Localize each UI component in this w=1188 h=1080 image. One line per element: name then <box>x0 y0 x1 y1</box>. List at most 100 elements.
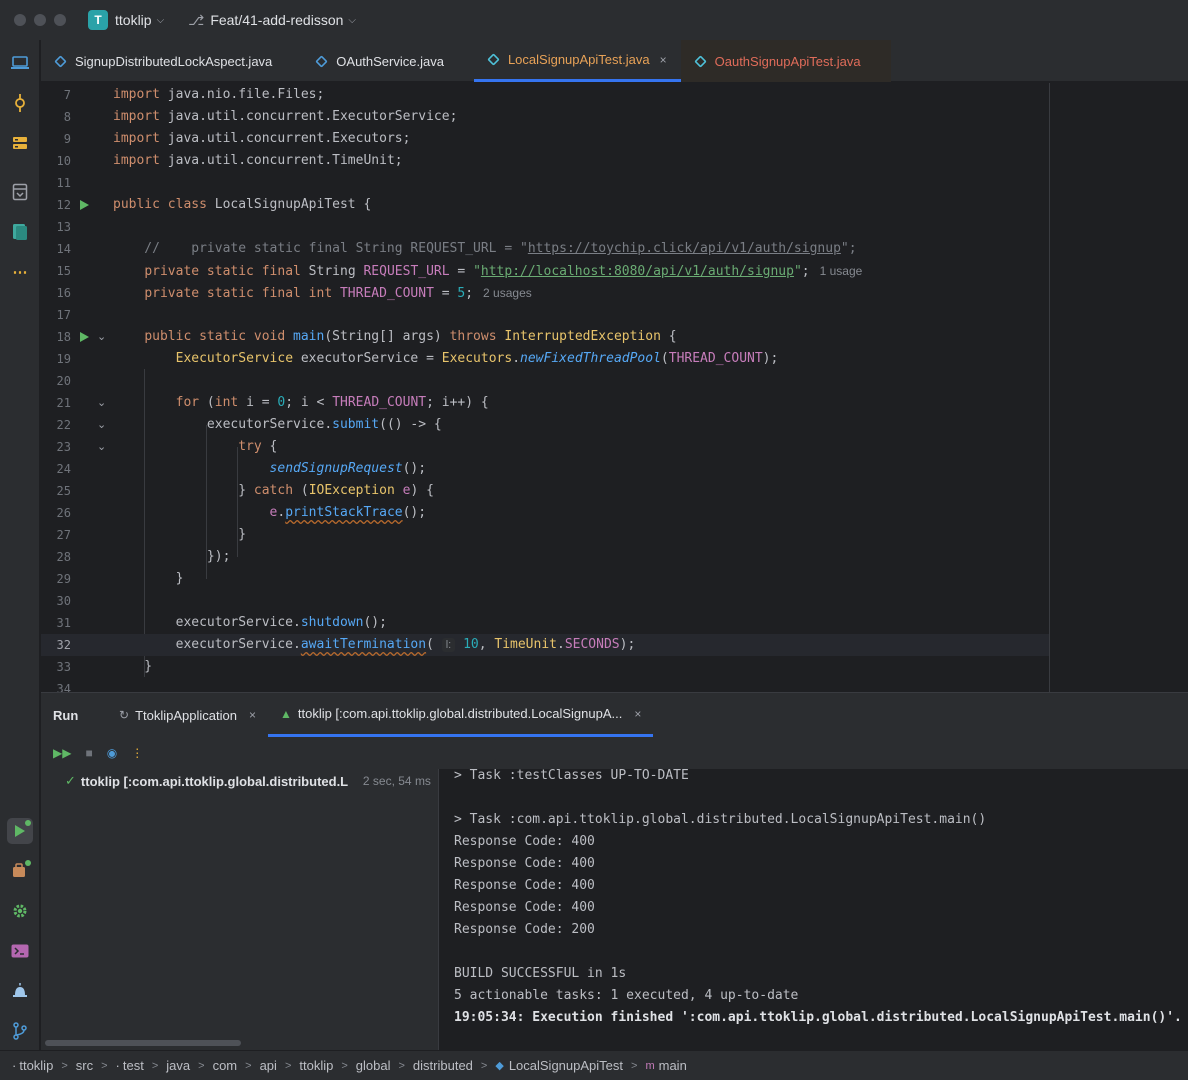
breadcrumb-item[interactable]: m main <box>645 1058 686 1073</box>
chevron-right-icon: > <box>101 1059 108 1072</box>
console-line: Response Code: 200 <box>454 922 595 937</box>
eye-icon[interactable]: ◉ <box>107 746 117 760</box>
java-file-icon <box>315 54 329 68</box>
usage-hint[interactable]: 1 usage <box>820 264 863 278</box>
minimize-window-button[interactable] <box>34 14 46 26</box>
horizontal-scrollbar[interactable] <box>45 1040 241 1046</box>
title-bar: T ttoklip ⌵ ⎇ Feat/41-add-redisson ⌵ <box>0 0 1188 40</box>
java-file-icon <box>487 53 500 66</box>
window-controls[interactable] <box>14 14 66 26</box>
run-tab-label: TtoklipApplication <box>135 707 237 723</box>
settings-gear-icon[interactable] <box>7 898 33 924</box>
run-panel-title: Run <box>53 707 79 723</box>
run-tree-item[interactable]: ✓ ttoklip [:com.api.ttoklip.global.distr… <box>65 773 437 789</box>
console-line: Response Code: 400 <box>454 856 595 871</box>
run-tab-ttoklip-application[interactable]: ↻ TtoklipApplication × <box>107 693 268 737</box>
breadcrumb-label: LocalSignupApiTest <box>508 1058 624 1073</box>
java-class-icon: ◆ <box>495 1060 504 1072</box>
close-tab-icon[interactable]: × <box>249 708 256 722</box>
breadcrumb-label: distributed <box>412 1058 473 1073</box>
chevron-right-icon: > <box>341 1059 348 1072</box>
project-selector[interactable]: ttoklip <box>115 12 152 28</box>
java-file-icon <box>54 54 67 68</box>
stop-icon[interactable]: ■ <box>85 746 92 760</box>
bookmarks-icon[interactable] <box>7 219 33 245</box>
rerun-icon: ↻ <box>119 708 130 722</box>
breadcrumb-label: global <box>355 1058 391 1073</box>
close-tab-icon[interactable]: × <box>660 53 667 67</box>
project-view-icon[interactable] <box>7 50 33 76</box>
success-check-icon: ✓ <box>65 773 76 788</box>
java-file-icon <box>693 54 707 68</box>
console-line: > Task :com.api.ttoklip.global.distribut… <box>454 812 987 827</box>
breadcrumb-label: api <box>259 1058 277 1073</box>
chevron-right-icon: > <box>631 1059 638 1072</box>
breadcrumb-item[interactable]: · ttoklip <box>12 1058 53 1073</box>
tab-oauth-signup-api-test[interactable]: OauthSignupApiTest.java <box>680 40 891 82</box>
console-line: Response Code: 400 <box>454 900 595 915</box>
tab-label: SignupDistributedLockAspect.java <box>75 53 273 69</box>
run-panel-header: Run ↻ TtoklipApplication × ▲ ttoklip [:c… <box>41 692 1188 737</box>
branch-selector[interactable]: Feat/41-add-redisson <box>210 12 343 28</box>
tab-label: OauthSignupApiTest.java <box>714 53 861 69</box>
breadcrumb-label: main <box>658 1058 687 1073</box>
breadcrumb-item[interactable]: src <box>76 1058 93 1073</box>
chevron-right-icon: > <box>61 1059 68 1072</box>
close-window-button[interactable] <box>14 14 26 26</box>
rerun-icon[interactable]: ▶▶ <box>53 746 71 760</box>
tab-label: OAuthService.java <box>336 53 444 69</box>
method-icon: m <box>645 1059 655 1072</box>
run-tool-icon[interactable] <box>7 818 33 844</box>
chevron-right-icon: > <box>198 1059 205 1072</box>
maximize-window-button[interactable] <box>54 14 66 26</box>
services-icon[interactable] <box>7 858 33 884</box>
run-tab-label: ttoklip [:com.api.ttoklip.global.distrib… <box>297 706 623 721</box>
tool-window-bar: ⋯ <box>0 40 40 1050</box>
database-icon[interactable] <box>7 130 33 156</box>
chevron-down-icon[interactable]: ⌵ <box>157 15 165 26</box>
code-editor[interactable]: 7 import java.nio.file.Files; 8 import jav… <box>41 83 1188 692</box>
parameter-hint: l: <box>441 638 456 652</box>
editor-tabs: SignupDistributedLockAspect.java OAuthSe… <box>41 40 1188 82</box>
breadcrumb-item[interactable]: api <box>260 1058 277 1073</box>
chevron-down-icon[interactable]: ⌵ <box>348 15 356 26</box>
run-gutter-icon[interactable] <box>80 332 89 342</box>
chevron-right-icon: > <box>245 1059 252 1072</box>
console-line: Response Code: 400 <box>454 878 595 893</box>
more-options-icon[interactable]: ⋮ <box>131 746 143 760</box>
usage-hint[interactable]: 2 usages <box>483 286 532 300</box>
breadcrumb-label: com <box>212 1058 238 1073</box>
chevron-right-icon: > <box>151 1059 159 1072</box>
tab-local-signup-api-test[interactable]: LocalSignupApiTest.java × <box>473 40 681 82</box>
console-line: Response Code: 400 <box>454 834 595 849</box>
tab-label: LocalSignupApiTest.java <box>507 52 650 67</box>
project-badge[interactable]: T <box>88 10 108 30</box>
terminal-icon[interactable] <box>7 938 33 964</box>
console-line: BUILD SUCCESSFUL in 1s <box>454 966 627 981</box>
breadcrumb: · ttoklip > src > · test > java > com > … <box>0 1050 1188 1080</box>
console-line: 19:05:34: Execution finished ':com.api.t… <box>454 1010 1182 1025</box>
tab-signup-distributed-lock-aspect[interactable]: SignupDistributedLockAspect.java <box>41 40 286 82</box>
git-branch-icon: ⎇ <box>188 11 205 28</box>
console-line: > Task :testClasses UP-TO-DATE <box>454 769 689 783</box>
breadcrumb-item[interactable]: global <box>356 1058 391 1073</box>
breadcrumb-item[interactable]: · test <box>116 1058 144 1073</box>
gradle-icon: ▲ <box>279 706 292 721</box>
breadcrumb-item[interactable]: ttoklip <box>299 1058 333 1073</box>
more-tools-icon[interactable]: ⋯ <box>7 259 33 285</box>
breadcrumb-label: ttoklip <box>299 1058 334 1073</box>
run-gutter-icon[interactable] <box>80 200 89 210</box>
commit-icon[interactable] <box>7 90 33 116</box>
run-tab-local-signup[interactable]: ▲ ttoklip [:com.api.ttoklip.global.distr… <box>267 693 654 737</box>
console-output[interactable]: > Task :testClasses UP-TO-DATE > Task :c… <box>440 769 1188 1050</box>
tab-oauth-service[interactable]: OAuthService.java <box>302 40 458 82</box>
breadcrumb-label: ttoklip <box>19 1058 54 1073</box>
breadcrumb-item[interactable]: com <box>213 1058 238 1073</box>
git-icon[interactable] <box>7 1018 33 1044</box>
breadcrumb-item[interactable]: ◆ LocalSignupApiTest <box>495 1058 623 1073</box>
problems-icon[interactable] <box>7 978 33 1004</box>
breadcrumb-item[interactable]: java <box>166 1058 190 1073</box>
close-tab-icon[interactable]: × <box>634 707 641 721</box>
structure-icon[interactable] <box>7 179 33 205</box>
breadcrumb-item[interactable]: distributed <box>413 1058 473 1073</box>
